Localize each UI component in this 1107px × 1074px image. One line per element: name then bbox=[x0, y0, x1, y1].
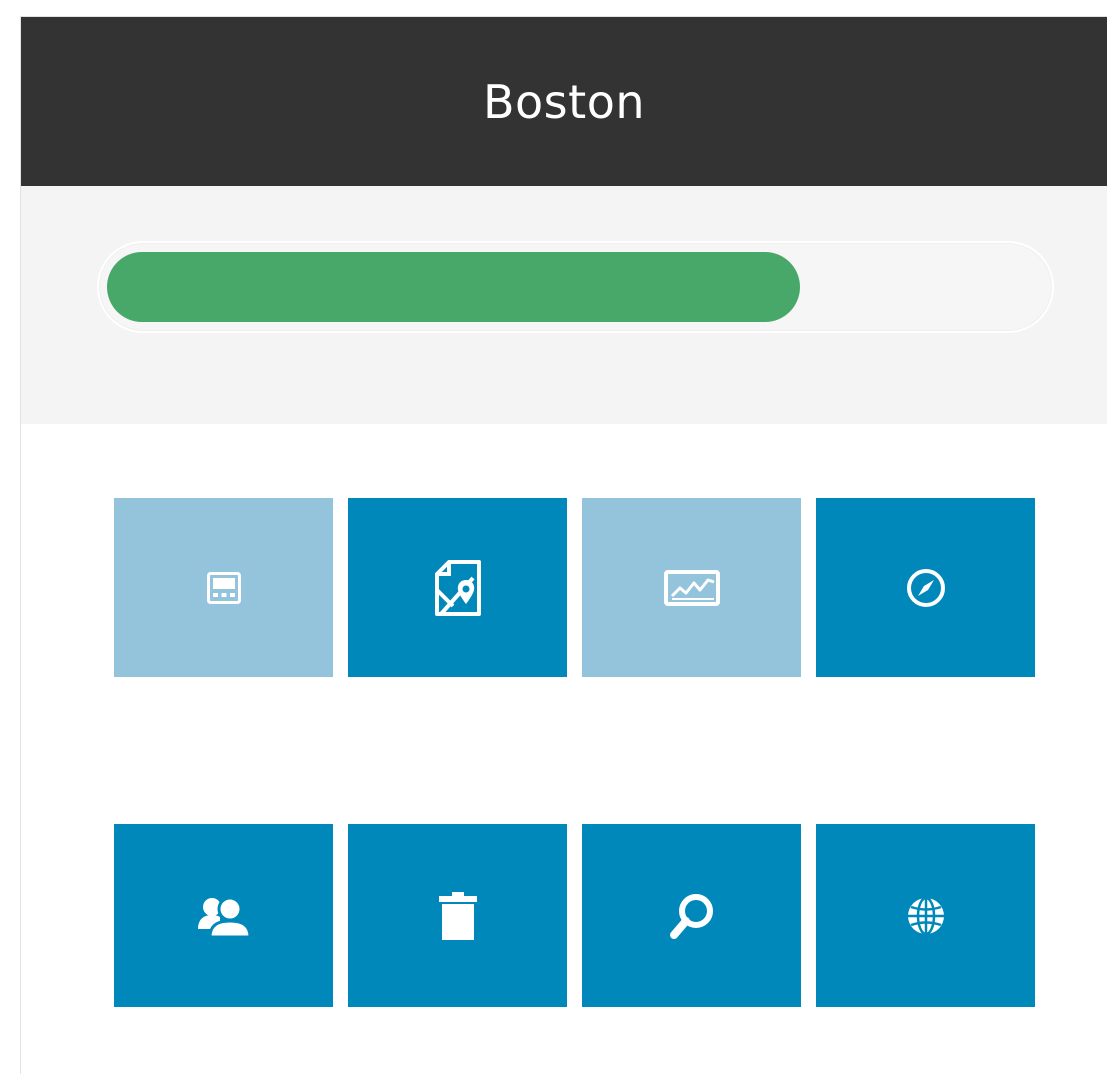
tile-row-1 bbox=[114, 498, 1035, 677]
tile-row-2 bbox=[114, 824, 1035, 1007]
map-pin-icon bbox=[434, 559, 481, 616]
compass-icon bbox=[906, 568, 945, 607]
tile-globe[interactable] bbox=[816, 824, 1035, 1007]
header-bar: Boston bbox=[21, 17, 1107, 186]
tile-compass[interactable] bbox=[816, 498, 1035, 677]
progress-bar bbox=[97, 241, 1054, 333]
tile-chart[interactable] bbox=[582, 498, 801, 677]
calculator-icon bbox=[206, 571, 241, 604]
tile-calculator[interactable] bbox=[114, 498, 333, 677]
tile-trash[interactable] bbox=[348, 824, 567, 1007]
tile-map[interactable] bbox=[348, 498, 567, 677]
search-icon bbox=[669, 893, 713, 939]
progress-bar-fill bbox=[107, 252, 800, 322]
tile-users[interactable] bbox=[114, 824, 333, 1007]
users-icon bbox=[197, 896, 250, 937]
tile-search[interactable] bbox=[582, 824, 801, 1007]
page-title: Boston bbox=[482, 74, 645, 129]
app-frame: Boston bbox=[20, 16, 1107, 1074]
trash-icon bbox=[438, 891, 477, 940]
line-chart-icon bbox=[663, 569, 720, 606]
progress-section bbox=[21, 186, 1107, 424]
globe-icon bbox=[907, 896, 944, 935]
